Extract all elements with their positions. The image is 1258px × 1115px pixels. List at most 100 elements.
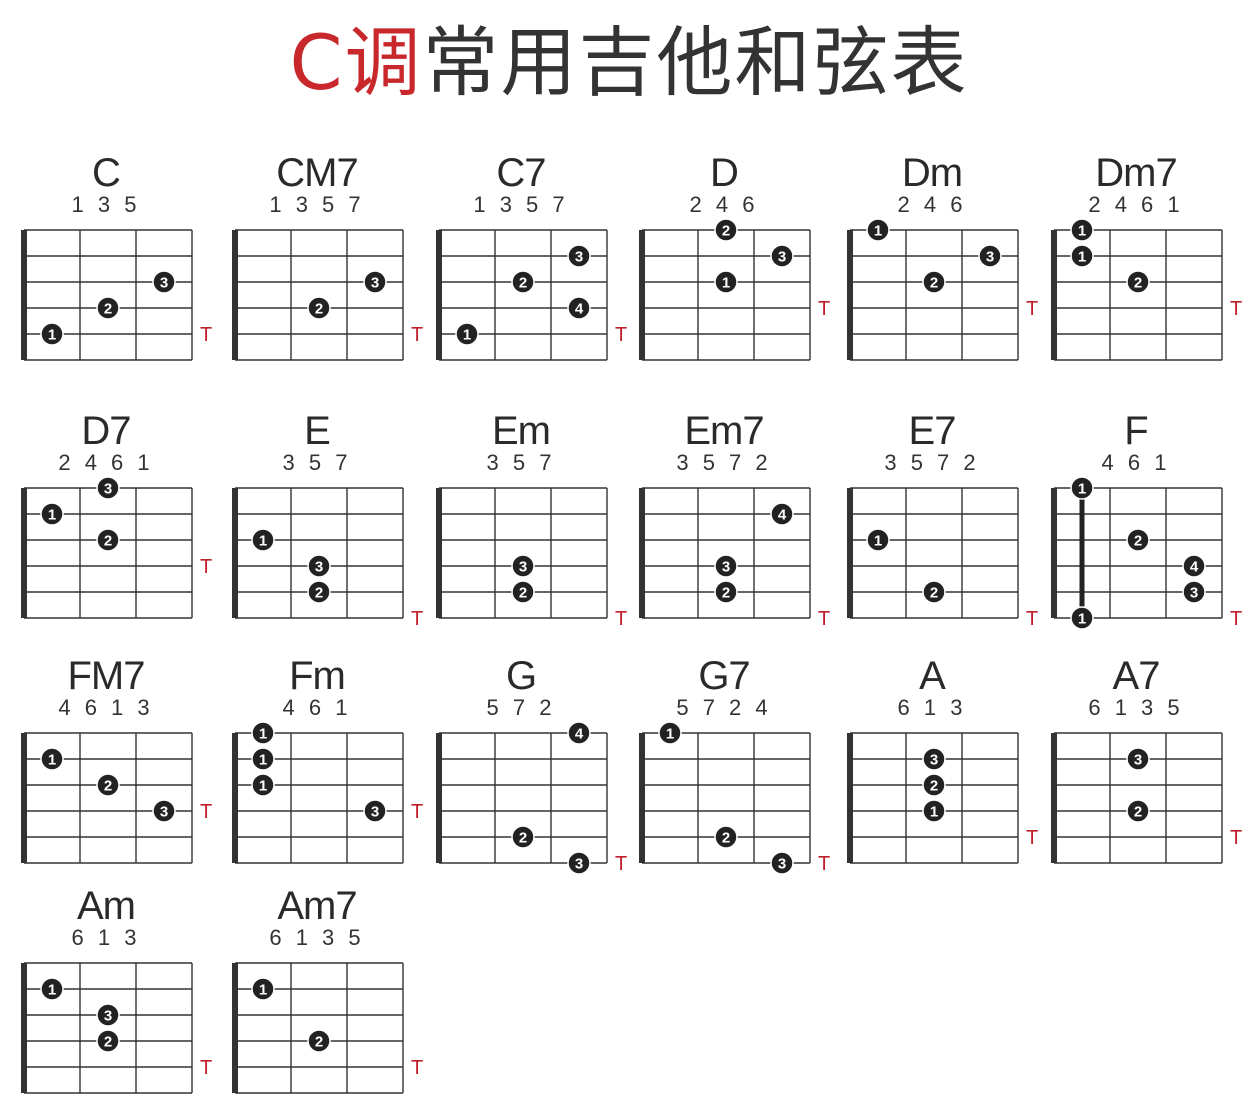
chord-diagram: 1 3 2 T [232,487,423,630]
svg-text:2: 2 [104,1034,112,1051]
finger-dot: 2 [511,580,535,604]
finger-dot: 2 [96,1029,120,1053]
finger-dot: 1 [40,502,64,526]
finger-dot: 1 [866,528,890,552]
finger-dot: 1 [251,528,275,552]
chord-diagram: 1 3 2 T [847,218,1038,361]
svg-text:3: 3 [315,559,323,576]
tonic-marker: T [411,608,423,630]
svg-text:1: 1 [874,223,882,240]
finger-dot: 3 [152,270,176,294]
finger-dot: 2 [307,296,331,320]
tonic-marker: T [818,853,830,875]
svg-text:3: 3 [575,249,583,266]
chord-em7: Em7 3 5 7 2432T [639,410,860,640]
chord-diagram: 1 2 4 3 1 T [1051,476,1242,630]
svg-text:2: 2 [1134,804,1142,821]
nut [1051,733,1057,863]
tonic-marker: T [818,608,830,630]
svg-text:3: 3 [371,275,379,292]
chord-diagram: 1 1 1 3 T [232,721,423,864]
finger-dot: 3 [978,244,1002,268]
chord-diagram: 3 2 T [436,487,627,630]
finger-dot: 3 [1182,580,1206,604]
svg-text:2: 2 [1134,275,1142,292]
chord-fm7: FM7 4 6 1 3123T [21,655,242,885]
nut [639,488,645,618]
finger-dot: 4 [567,721,591,745]
chord-diagram: 3 2 1 T [847,732,1038,864]
chord-diagram: 4 3 2 T [639,487,830,630]
finger-dot: 1 [251,721,275,745]
svg-text:1: 1 [48,982,56,999]
nut [232,733,238,863]
svg-text:2: 2 [315,585,323,602]
finger-dot: 1 [40,977,64,1001]
finger-dot: 3 [567,851,591,875]
tonic-marker: T [1026,827,1038,849]
svg-text:1: 1 [259,533,267,550]
finger-dot: 2 [307,1029,331,1053]
finger-dot: 2 [714,218,738,242]
svg-text:2: 2 [722,223,730,240]
chord-e7: E7 3 5 7 212T [847,410,1068,640]
svg-text:2: 2 [722,585,730,602]
finger-dot: 1 [1070,244,1094,268]
svg-text:3: 3 [986,249,994,266]
finger-dot: 3 [363,270,387,294]
finger-dot: 4 [770,502,794,526]
svg-text:1: 1 [463,327,471,344]
finger-dot: 2 [1126,270,1150,294]
chord-c7: C7 1 3 5 71423T [436,152,657,382]
svg-text:3: 3 [1190,585,1198,602]
tonic-marker: T [200,1057,212,1079]
chord-am7: Am7 6 1 3 512T [232,885,453,1115]
nut [21,963,27,1093]
chord-diagram: 1 2 T [232,962,423,1094]
svg-text:1: 1 [1078,249,1086,266]
tonic-marker: T [200,556,212,578]
chord-g: G5 7 2423T [436,655,657,885]
chord-diagram: 1 2 3 T [21,229,212,361]
svg-text:1: 1 [259,726,267,743]
tonic-marker: T [1230,827,1242,849]
tonic-marker: T [200,324,212,346]
chord-em: Em 3 5 732T [436,410,657,640]
nut [436,230,442,360]
finger-dot: 1 [251,773,275,797]
chord-diagram: 4 2 3 T [436,721,627,875]
chord-cm7: CM7 1 3 5 723T [232,152,453,382]
svg-text:3: 3 [104,481,112,498]
finger-dot: 1 [1070,218,1094,242]
finger-dot: 2 [96,296,120,320]
finger-dot: 1 [658,721,682,745]
svg-text:2: 2 [104,778,112,795]
nut [847,733,853,863]
svg-text:3: 3 [160,275,168,292]
finger-dot: 3 [922,747,946,771]
svg-text:2: 2 [315,1034,323,1051]
chord-diagram: 3 1 2 T [21,476,212,619]
chord-diagram: 1 4 2 3 T [436,229,627,361]
tonic-marker: T [615,853,627,875]
finger-dot: 1 [714,270,738,294]
svg-text:2: 2 [519,830,527,847]
nut [847,230,853,360]
svg-text:1: 1 [722,275,730,292]
chord-diagram: 1 2 3 T [639,721,830,875]
chord-dm: Dm 2 4 6132T [847,152,1068,382]
svg-text:2: 2 [104,533,112,550]
svg-text:1: 1 [1078,223,1086,240]
svg-text:4: 4 [575,301,584,318]
chord-g7: G7 5 7 2 4123T [639,655,860,885]
finger-dot: 1 [1070,606,1094,630]
finger-dot: 2 [511,270,535,294]
svg-text:3: 3 [371,804,379,821]
svg-text:1: 1 [1078,611,1086,628]
chord-d: D2 4 6231T [639,152,860,382]
finger-dot: 2 [1126,799,1150,823]
svg-text:3: 3 [778,249,786,266]
svg-text:3: 3 [519,559,527,576]
svg-text:1: 1 [48,752,56,769]
finger-dot: 2 [96,528,120,552]
